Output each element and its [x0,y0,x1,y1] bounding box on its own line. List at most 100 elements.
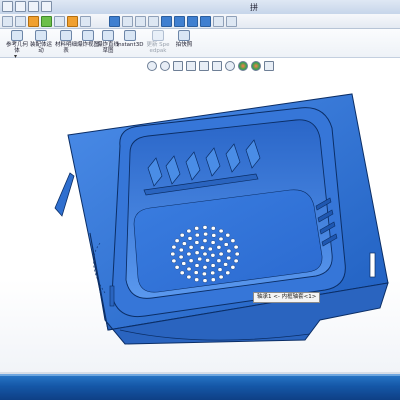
display-style-icon[interactable] [212,61,222,71]
ribbon-snapshot-button[interactable]: 拍快照 [172,30,196,56]
drain-hole [217,267,223,272]
drain-hole [194,240,200,245]
drain-hole [233,258,239,263]
view-settings-icon[interactable] [264,61,274,71]
drain-hole [174,238,180,243]
ribbon-assembly-motion-button[interactable]: 装配体运动 [29,30,53,56]
drain-hole [193,270,199,275]
save-icon[interactable] [28,1,39,12]
edit-appearance-icon[interactable] [238,61,248,71]
view-right-icon[interactable] [187,16,198,27]
open-icon[interactable] [15,1,26,12]
drain-hole [210,253,216,258]
drain-hole [182,241,187,246]
drain-hole [230,265,236,270]
drain-hole [218,251,224,257]
exploded-view-icon [82,30,94,41]
vent-slot-right [369,252,376,278]
move-component-icon[interactable] [80,16,91,27]
drain-hole [230,238,236,243]
drain-hole [194,263,200,268]
drain-hole [223,242,229,247]
heads-up-view-toolbar [147,61,274,71]
drain-hole [187,236,193,241]
ribbon-label: 拍快照 [175,42,193,48]
linear-pattern-icon[interactable] [135,16,146,27]
apply-scene-icon[interactable] [251,61,261,71]
view-orientation-icon[interactable] [199,61,209,71]
section-view-icon[interactable] [186,61,196,71]
drain-hole [188,258,194,263]
view-iso-icon[interactable] [200,16,211,27]
drain-hole [194,277,199,282]
drain-hole [186,228,192,234]
zoom-area-icon[interactable] [160,61,170,71]
ribbon-label: Instant3D [116,42,144,48]
reference-geometry-icon [11,30,23,41]
drain-hole [210,240,216,245]
drain-hole [225,270,231,275]
quick-access-toolbar [2,1,52,13]
drain-hole [178,254,184,260]
measure-icon[interactable] [213,16,224,27]
explode-line-icon [102,30,114,41]
vent-slot-left [109,285,115,307]
title-bar: 拼 [0,0,400,15]
drain-hole [223,262,228,267]
drain-hole [186,266,192,272]
ribbon-label: 装配体运动 [29,42,52,54]
drain-hole [202,251,208,257]
new-document-icon[interactable] [2,1,13,12]
zoom-fit-icon[interactable] [147,61,157,71]
drain-hole [225,233,231,238]
standard-toolbar [0,14,400,29]
drain-hole [218,274,224,280]
drain-hole [218,228,224,234]
drain-hole [226,255,231,261]
instant3d-icon [124,30,136,41]
insert-component-icon[interactable] [67,16,78,27]
undo-icon[interactable] [15,16,26,27]
drain-hole [197,256,202,262]
drain-hole [210,270,215,275]
hide-show-icon[interactable] [225,61,235,71]
snapshot-icon [178,30,190,41]
drain-hole [202,265,208,270]
ribbon-label: 材料明细表 [54,42,77,54]
drain-hole [210,263,216,268]
assembly-icon[interactable] [109,16,120,27]
tub-model[interactable] [0,58,400,374]
drain-hole [202,271,207,276]
drain-hole [234,251,240,257]
command-manager: 参考几何体 装配体运动 材料明细表 爆炸视图 爆炸直线草图 Instant3D … [0,29,400,58]
support-bracket [54,172,75,217]
options-icon[interactable] [41,16,52,27]
motion-icon [35,30,47,41]
speedpak-icon [152,30,164,41]
hide-components-icon[interactable] [148,16,159,27]
drain-hole [202,225,208,230]
print-icon[interactable] [41,1,52,12]
ribbon-bom-button[interactable]: 材料明细表 [54,30,78,56]
drain-hole [194,233,200,238]
sketch-icon[interactable] [226,16,237,27]
drain-hole [171,245,177,250]
drain-hole [233,245,239,250]
view-front-icon[interactable] [161,16,172,27]
previous-view-icon[interactable] [173,61,183,71]
ribbon-instant3d-button[interactable]: Instant3D [116,30,144,56]
drain-hole [179,270,185,275]
drain-hole [200,245,205,250]
ribbon-speedpak-button[interactable]: 更新 Speedpak [145,30,171,56]
drain-hole [203,232,208,237]
taskbar-highlight [0,374,400,376]
drain-hole [194,226,199,231]
graphics-area[interactable]: 轴承1 <- 内框轴套<1> [0,58,400,374]
smart-fasteners-icon[interactable] [122,16,133,27]
drain-hole [179,233,185,238]
rebuild-icon[interactable] [2,16,13,27]
mate-icon[interactable] [54,16,65,27]
select-icon[interactable] [28,16,39,27]
view-top-icon[interactable] [174,16,185,27]
drain-hole [174,265,180,270]
